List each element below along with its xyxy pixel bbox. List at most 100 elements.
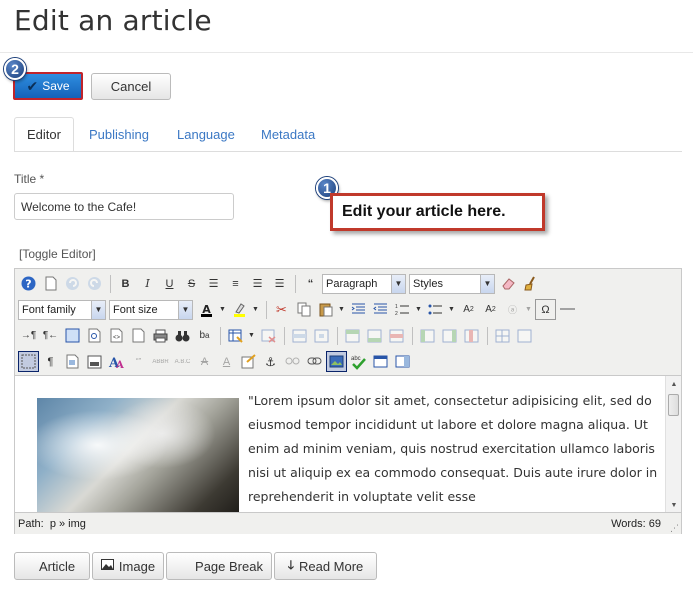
link-icon[interactable] [304,351,325,372]
new-document-icon[interactable] [40,273,61,294]
article-body-text[interactable]: "Lorem ipsum dolor sit amet, consectetur… [248,389,658,509]
format-select[interactable]: Paragraph ▼ [322,273,406,294]
row-after-icon[interactable] [364,325,385,346]
text-color-icon[interactable]: A [196,299,217,320]
resize-grip-icon[interactable]: ⋰ [670,523,680,533]
split-cells-icon[interactable] [492,325,513,346]
underline-icon[interactable]: U [159,273,180,294]
replace-icon[interactable]: ba [194,325,215,346]
copy-icon[interactable] [293,299,314,320]
chevron-down-icon[interactable]: ▼ [218,299,227,320]
delete-table-icon[interactable] [258,325,279,346]
code-icon[interactable]: <> [106,325,127,346]
strikethrough-icon[interactable]: S [181,273,202,294]
del-icon[interactable]: A [194,351,215,372]
align-left-icon[interactable]: ☰ [247,273,268,294]
template-icon[interactable] [128,325,149,346]
cut-icon[interactable]: ✂ [271,299,292,320]
cancel-button[interactable]: Cancel [91,73,171,100]
abbr-icon[interactable]: ABBR [150,351,171,372]
chevron-down-icon[interactable]: ▼ [251,299,260,320]
indent-icon[interactable] [348,299,369,320]
rtl-icon[interactable]: ¶← [40,325,61,346]
read-more-button[interactable]: 🡓 Read More [274,552,377,580]
tab-language[interactable]: Language [165,117,247,152]
merge-cells-icon[interactable] [514,325,535,346]
superscript-icon[interactable]: A2 [480,299,501,320]
anchor-icon[interactable]: ⚓ [260,351,281,372]
align-center-icon[interactable]: ≡ [225,273,246,294]
italic-icon[interactable]: I [137,273,158,294]
insert-layer-icon[interactable] [62,351,83,372]
article-image-coffee-cups[interactable] [37,398,239,512]
cite-icon[interactable]: “” [128,351,149,372]
chevron-down-icon[interactable]: ▼ [524,299,533,320]
chevron-down-icon[interactable]: ▼ [414,299,423,320]
unlink-icon[interactable] [282,351,303,372]
cell-props-icon[interactable] [311,325,332,346]
editor-content[interactable]: "Lorem ipsum dolor sit amet, consectetur… [15,375,681,512]
visual-aid-icon[interactable] [18,351,39,372]
ins-icon[interactable]: A [216,351,237,372]
justify-full-icon[interactable]: ☰ [203,273,224,294]
acronym-icon[interactable]: A.B.C [172,351,193,372]
inline-popup-icon[interactable] [370,351,391,372]
blockquote-icon[interactable]: “ [300,273,321,294]
tab-metadata[interactable]: Metadata [249,117,327,152]
eraser-icon[interactable] [498,273,519,294]
toggle-editor-link[interactable]: [Toggle Editor] [19,247,96,261]
row-before-icon[interactable] [342,325,363,346]
find-binoculars-icon[interactable] [172,325,193,346]
title-input[interactable] [14,193,234,220]
image-button[interactable]: Image [92,552,164,580]
omega-icon[interactable]: Ω [535,299,556,320]
tab-editor[interactable]: Editor [14,117,74,152]
outdent-icon[interactable] [370,299,391,320]
insert-image-icon[interactable] [326,351,347,372]
save-button[interactable]: ✔ Save [13,72,83,100]
special-char-icon[interactable]: ⓐ [502,299,523,320]
undo-icon[interactable] [62,273,83,294]
chevron-down-icon[interactable]: ▼ [447,299,456,320]
spellcheck-icon[interactable]: abc [348,351,369,372]
redo-icon[interactable] [84,273,105,294]
editor-scrollbar[interactable]: ▲ ▼ [665,376,681,512]
tab-publishing[interactable]: Publishing [77,117,161,152]
numbered-list-icon[interactable]: 12 [392,299,413,320]
preview-icon[interactable] [84,325,105,346]
col-after-icon[interactable] [439,325,460,346]
scroll-down-icon[interactable]: ▼ [667,498,681,512]
bullet-list-icon[interactable] [425,299,446,320]
align-right-icon[interactable]: ☰ [269,273,290,294]
row-props-icon[interactable] [289,325,310,346]
highlight-color-icon[interactable] [229,299,250,320]
col-before-icon[interactable] [417,325,438,346]
ltr-icon[interactable]: →¶ [18,325,39,346]
chevron-down-icon[interactable]: ▼ [247,325,256,346]
fullscreen-icon[interactable] [62,325,83,346]
font-family-select[interactable]: Font family ▼ [18,299,106,320]
bold-icon[interactable]: B [115,273,136,294]
fullpage-icon[interactable] [392,351,413,372]
cleanup-broom-icon[interactable] [520,273,541,294]
subscript-icon[interactable]: A2 [458,299,479,320]
insert-table-icon[interactable] [225,325,246,346]
help-icon[interactable]: ? [18,273,39,294]
delete-col-icon[interactable] [461,325,482,346]
font-style-icon[interactable]: AA [106,351,127,372]
chevron-down-icon[interactable]: ▼ [337,299,346,320]
attributes-icon[interactable] [238,351,259,372]
delete-row-icon[interactable] [386,325,407,346]
scroll-thumb[interactable] [668,394,679,416]
path-value[interactable]: p » img [50,518,86,530]
horizontal-rule-icon[interactable] [557,299,578,320]
font-size-select[interactable]: Font size ▼ [109,299,193,320]
scroll-up-icon[interactable]: ▲ [667,377,681,391]
style-props-icon[interactable] [84,351,105,372]
page-break-button[interactable]: Page Break [166,552,272,580]
paste-icon[interactable] [315,299,336,320]
styles-select[interactable]: Styles ▼ [409,273,495,294]
print-icon[interactable] [150,325,171,346]
article-button[interactable]: Article [14,552,90,580]
pilcrow-icon[interactable]: ¶ [40,351,61,372]
